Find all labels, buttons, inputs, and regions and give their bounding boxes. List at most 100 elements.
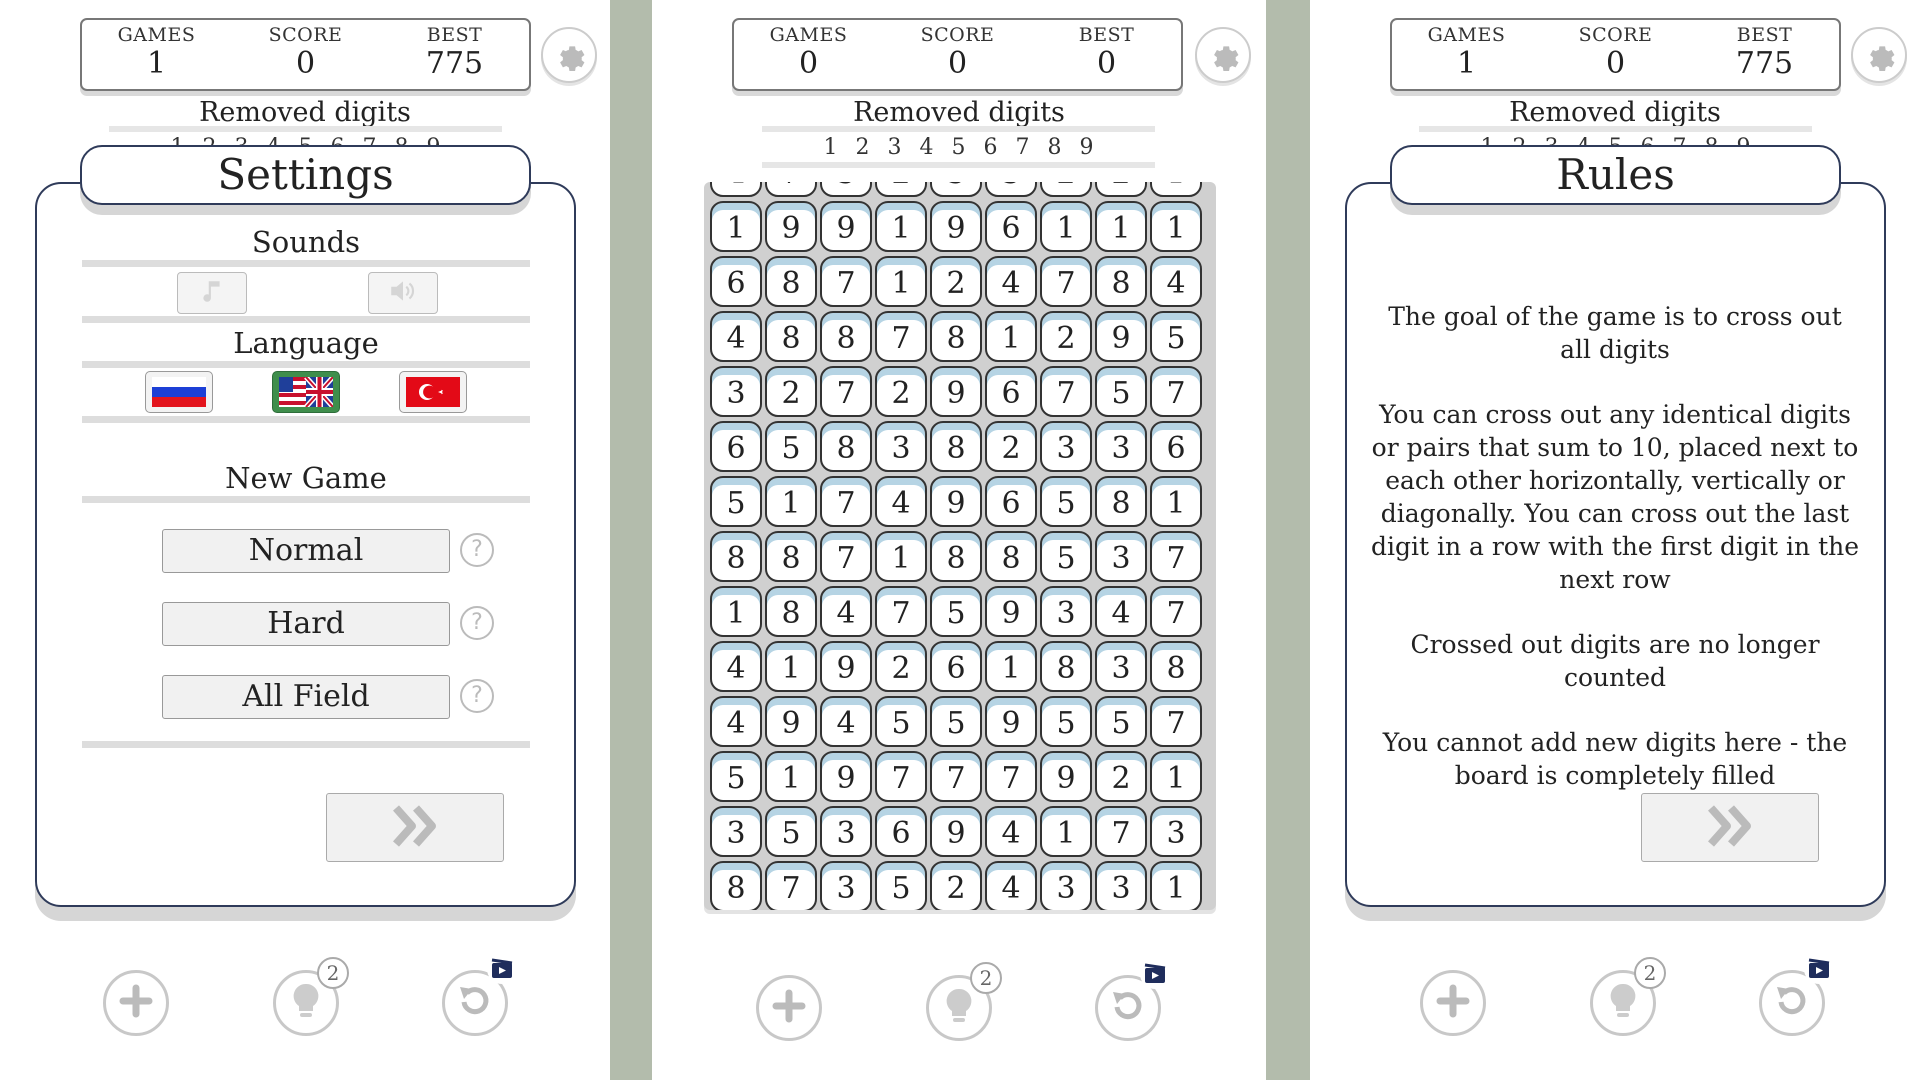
digit-cell[interactable]: 9 [985,586,1037,637]
digit-cell[interactable]: 1 [875,531,927,582]
digit-cell[interactable]: 9 [820,751,872,802]
digit-cell[interactable]: 8 [820,311,872,362]
help-icon[interactable]: ? [460,533,494,567]
digit-cell[interactable]: 5 [820,182,872,197]
digit-cell[interactable]: 1 [1040,201,1092,252]
digit-cell[interactable]: 7 [875,586,927,637]
digit-cell[interactable]: 8 [930,531,982,582]
digit-cell[interactable]: 5 [1040,476,1092,527]
digit-cell[interactable]: 5 [765,806,817,857]
digit-cell[interactable]: 9 [765,696,817,747]
digit-cell[interactable]: 2 [765,366,817,417]
digit-cell[interactable]: 6 [985,201,1037,252]
digit-cell[interactable]: 5 [930,586,982,637]
digit-cell[interactable]: 4 [710,641,762,692]
digit-cell[interactable]: 4 [710,311,762,362]
digit-cell[interactable]: 1 [1150,201,1202,252]
digit-cell[interactable]: 4 [1150,256,1202,307]
digit-cell[interactable]: 5 [875,861,927,910]
digit-cell[interactable]: 4 [1095,586,1147,637]
digit-cell[interactable]: 1 [1095,201,1147,252]
digit-cell[interactable]: 3 [820,806,872,857]
digit-cell[interactable]: 3 [1150,806,1202,857]
digit-cell[interactable]: 4 [875,476,927,527]
next-button[interactable] [326,793,504,862]
digit-cell[interactable]: 9 [820,641,872,692]
digit-cell[interactable]: 9 [1095,311,1147,362]
gear-icon[interactable] [1195,27,1251,83]
digit-cell[interactable]: 3 [1095,861,1147,910]
digit-cell[interactable]: 8 [765,311,817,362]
digit-cell[interactable]: 8 [930,311,982,362]
digit-cell[interactable]: 4 [985,861,1037,910]
digit-cell[interactable]: 8 [930,421,982,472]
digit-cell[interactable]: 5 [1095,366,1147,417]
digit-cell[interactable]: 6 [710,256,762,307]
digit-cell[interactable]: 5 [1040,696,1092,747]
digit-cell[interactable]: 9 [1040,751,1092,802]
language-english-button[interactable] [272,371,340,413]
music-toggle-button[interactable] [177,272,247,314]
digit-cell[interactable]: 3 [710,806,762,857]
digit-cell[interactable]: 8 [985,531,1037,582]
add-digits-button[interactable] [1420,970,1486,1036]
digit-cell[interactable]: 2 [1040,182,1092,197]
digit-cell[interactable]: 8 [710,861,762,910]
digit-cell[interactable]: 5 [710,751,762,802]
digit-cell[interactable]: 7 [875,311,927,362]
sound-toggle-button[interactable] [368,272,438,314]
digit-cell[interactable]: 8 [1095,476,1147,527]
digit-cell[interactable]: 3 [820,861,872,910]
digit-cell[interactable]: 2 [1095,751,1147,802]
digit-cell[interactable]: 4 [820,586,872,637]
add-digits-button[interactable] [103,970,169,1036]
digit-cell[interactable]: 1 [985,311,1037,362]
digit-cell[interactable]: 5 [1150,311,1202,362]
digit-cell[interactable]: 9 [930,476,982,527]
normal-mode-button[interactable]: Normal [162,529,450,573]
next-button[interactable] [1641,793,1819,862]
digit-cell[interactable]: 5 [765,421,817,472]
gear-icon[interactable] [541,27,597,83]
digit-cell[interactable]: 3 [1095,641,1147,692]
digit-cell[interactable]: 9 [820,201,872,252]
help-icon[interactable]: ? [460,606,494,640]
digit-cell[interactable]: 8 [765,256,817,307]
digit-cell[interactable]: 7 [820,256,872,307]
digit-cell[interactable]: 2 [1095,182,1147,197]
digit-cell[interactable]: 2 [930,256,982,307]
digit-cell[interactable]: 9 [930,366,982,417]
digit-cell[interactable]: 4 [985,806,1037,857]
digit-cell[interactable]: 6 [710,421,762,472]
digit-cell[interactable]: 7 [1040,256,1092,307]
digit-cell[interactable]: 2 [985,421,1037,472]
digit-cell[interactable]: 7 [1150,696,1202,747]
digit-cell[interactable]: 6 [1150,421,1202,472]
language-turkish-button[interactable] [399,371,467,413]
digit-cell[interactable]: 1 [710,586,762,637]
digit-cell[interactable]: 1 [1150,476,1202,527]
digit-cell[interactable]: 3 [1095,531,1147,582]
digit-cell[interactable]: 6 [985,476,1037,527]
digit-cell[interactable]: 2 [930,861,982,910]
digit-cell[interactable]: 7 [1150,366,1202,417]
digit-cell[interactable]: 2 [875,182,927,197]
digit-cell[interactable]: 9 [930,806,982,857]
help-icon[interactable]: ? [460,679,494,713]
all-field-mode-button[interactable]: All Field [162,675,450,719]
digit-cell[interactable]: 8 [765,531,817,582]
digit-cell[interactable]: 2 [875,366,927,417]
digit-cell[interactable]: 9 [930,201,982,252]
digit-cell[interactable]: 6 [985,366,1037,417]
digit-cell[interactable]: 6 [875,806,927,857]
language-russian-button[interactable] [145,371,213,413]
digit-cell[interactable]: 3 [875,421,927,472]
digit-cell[interactable]: 2 [1040,311,1092,362]
digit-cell[interactable]: 9 [765,201,817,252]
digit-cell[interactable]: 4 [710,182,762,197]
digit-cell[interactable]: 1 [1040,806,1092,857]
digit-cell[interactable]: 7 [765,861,817,910]
digit-cell[interactable]: 3 [710,366,762,417]
digit-cell[interactable]: 1 [1150,861,1202,910]
digit-cell[interactable]: 8 [1150,641,1202,692]
